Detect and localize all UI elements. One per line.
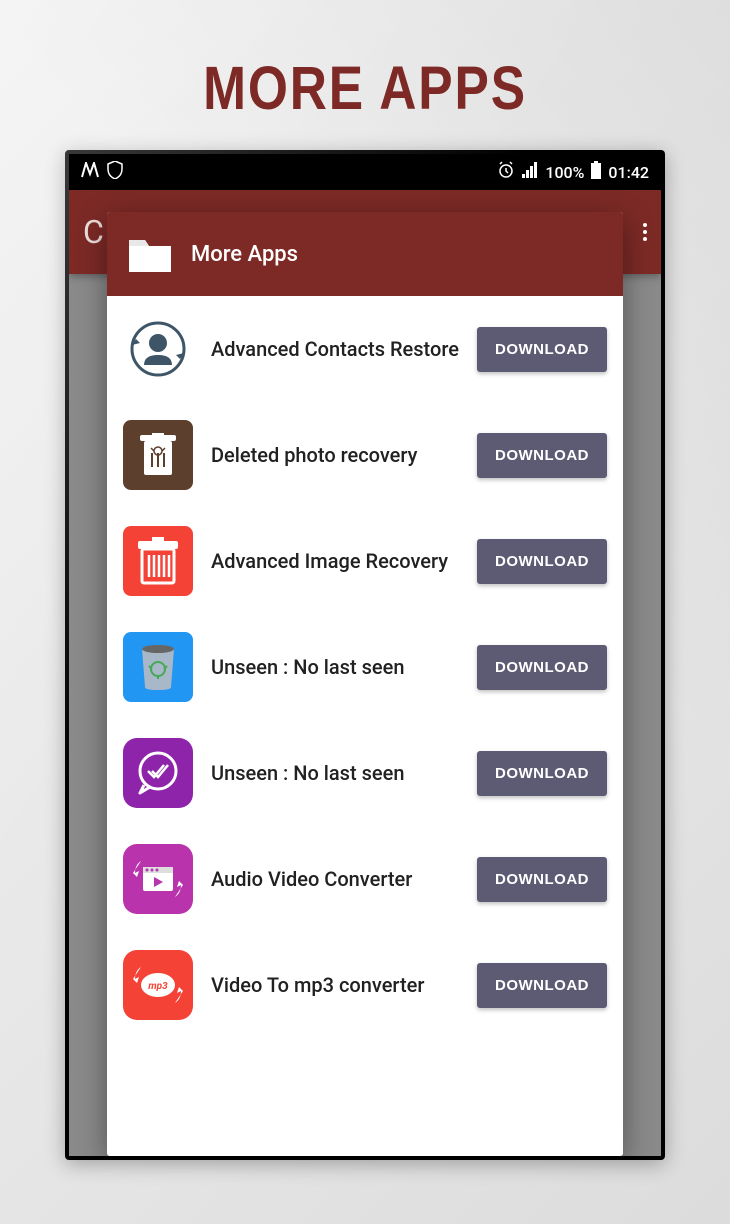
app-list-item: Advanced Image Recovery DOWNLOAD	[107, 508, 623, 614]
app-icon-mp3-converter: mp3	[123, 950, 193, 1020]
shield-icon	[107, 161, 123, 183]
phone-frame: 100% 01:42 C More Apps	[65, 150, 665, 1160]
app-list[interactable]: Advanced Contacts Restore DOWNLOAD Delet…	[107, 296, 623, 1156]
more-apps-dialog: More Apps Advanced Contacts Restore DOWN…	[107, 212, 623, 1156]
app-name: Audio Video Converter	[211, 867, 459, 892]
download-button[interactable]: DOWNLOAD	[477, 857, 607, 902]
app-list-item: Advanced Contacts Restore DOWNLOAD	[107, 296, 623, 402]
dialog-header: More Apps	[107, 212, 623, 296]
status-bar: 100% 01:42	[69, 154, 661, 190]
download-button[interactable]: DOWNLOAD	[477, 963, 607, 1008]
app-icon-unseen-chat	[123, 738, 193, 808]
app-header-initial: C	[83, 213, 104, 251]
app-list-item: Audio Video Converter DOWNLOAD	[107, 826, 623, 932]
app-name: Deleted photo recovery	[211, 443, 459, 468]
phone-screen: 100% 01:42 C More Apps	[69, 154, 661, 1156]
app-name: Advanced Image Recovery	[211, 549, 459, 574]
download-button[interactable]: DOWNLOAD	[477, 539, 607, 584]
download-button[interactable]: DOWNLOAD	[477, 645, 607, 690]
page-title: MORE APPS	[203, 52, 527, 124]
app-name: Unseen : No last seen	[211, 655, 459, 680]
svg-text:mp3: mp3	[148, 981, 168, 992]
app-list-item: Unseen : No last seen DOWNLOAD	[107, 720, 623, 826]
app-icon-deleted-photo	[123, 420, 193, 490]
app-name: Unseen : No last seen	[211, 761, 459, 786]
notification-icon	[81, 162, 99, 183]
app-list-item: Unseen : No last seen DOWNLOAD	[107, 614, 623, 720]
download-button[interactable]: DOWNLOAD	[477, 751, 607, 796]
overflow-menu-button[interactable]	[643, 223, 647, 241]
download-button[interactable]: DOWNLOAD	[477, 433, 607, 478]
battery-icon	[590, 161, 602, 183]
app-icon-unseen-bin	[123, 632, 193, 702]
alarm-icon	[497, 161, 515, 183]
app-name: Video To mp3 converter	[211, 973, 459, 998]
app-name: Advanced Contacts Restore	[211, 337, 459, 362]
folder-icon	[127, 234, 173, 274]
app-list-item: mp3 Video To mp3 converter DOWNLOAD	[107, 932, 623, 1038]
app-list-item: Deleted photo recovery DOWNLOAD	[107, 402, 623, 508]
download-button[interactable]: DOWNLOAD	[477, 327, 607, 372]
signal-icon	[521, 162, 539, 182]
app-icon-av-converter	[123, 844, 193, 914]
app-icon-image-recovery	[123, 526, 193, 596]
clock-time: 01:42	[608, 163, 649, 182]
battery-percent: 100%	[545, 163, 584, 182]
app-icon-contacts	[123, 314, 193, 384]
dialog-title: More Apps	[191, 242, 298, 267]
